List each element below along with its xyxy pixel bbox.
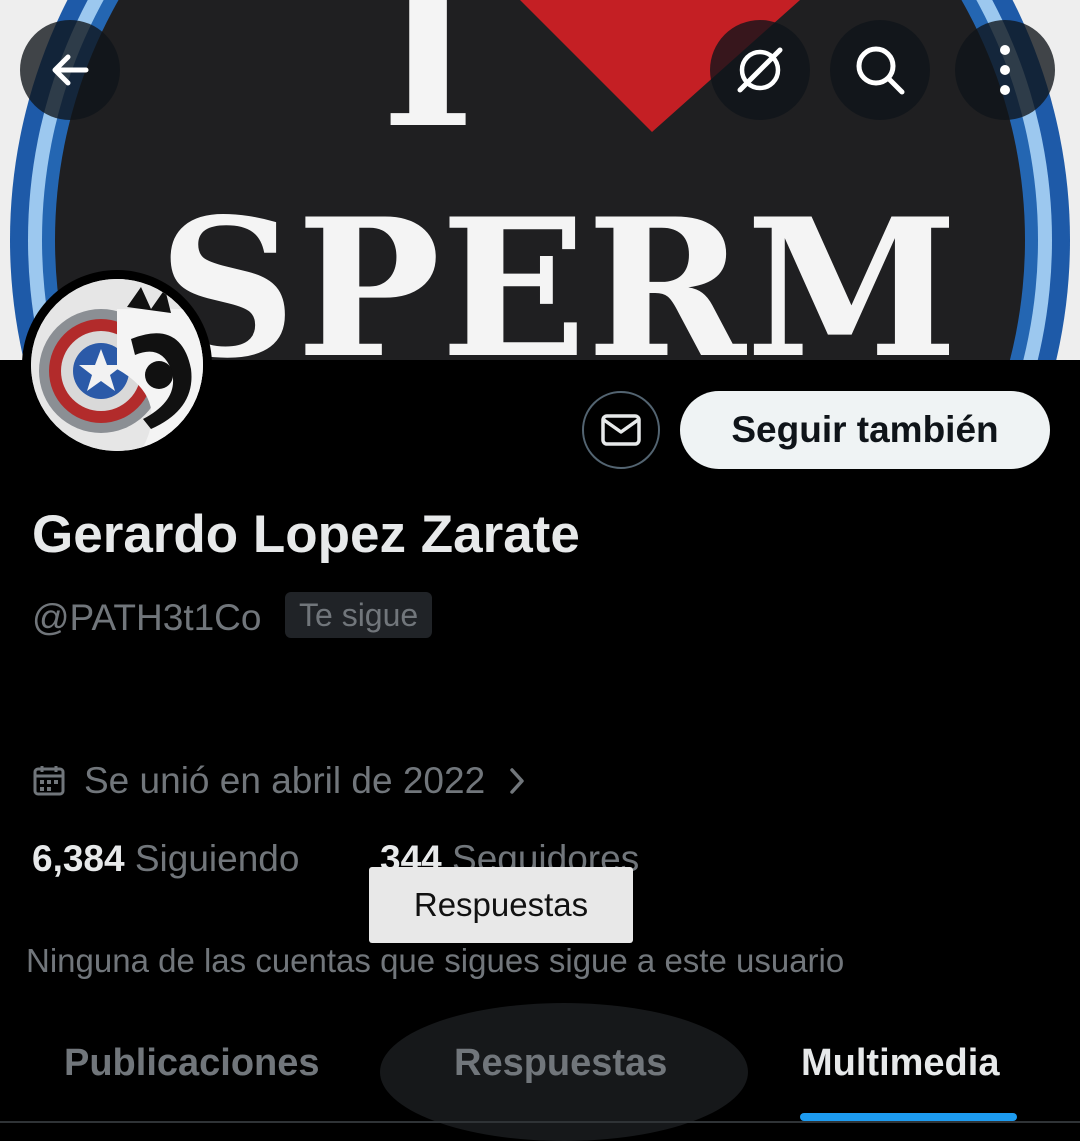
message-button[interactable] — [582, 391, 660, 469]
chevron-right-icon — [507, 765, 527, 797]
joined-date-text: Se unió en abril de 2022 — [84, 760, 486, 801]
tab-tooltip: Respuestas — [369, 867, 633, 943]
calendar-icon — [32, 764, 66, 798]
search-button[interactable] — [830, 20, 930, 120]
banner-text-i: I — [381, 0, 475, 173]
avatar-image — [31, 279, 203, 451]
tab-multimedia[interactable]: Multimedia — [801, 1042, 999, 1085]
more-vertical-icon — [1000, 45, 1010, 95]
active-tab-indicator — [800, 1113, 1017, 1121]
profile-name: Gerardo Lopez Zarate — [32, 505, 580, 564]
arrow-left-icon — [52, 54, 89, 86]
back-button[interactable] — [20, 20, 120, 120]
mutual-followers-note: Ninguna de las cuentas que sigues sigue … — [26, 942, 845, 979]
profile-handle: @PATH3t1Co — [32, 597, 262, 638]
tabs-divider — [0, 1121, 1080, 1123]
tab-respuestas[interactable]: Respuestas — [454, 1042, 667, 1085]
more-button[interactable] — [955, 20, 1055, 120]
mail-icon — [601, 414, 641, 446]
follows-you-badge: Te sigue — [285, 592, 433, 638]
avatar[interactable] — [22, 270, 212, 460]
search-icon — [856, 46, 905, 95]
following-stat[interactable]: 6,384 Siguiendo — [32, 838, 299, 880]
following-count: 6,384 — [32, 838, 125, 879]
follow-back-button[interactable]: Seguir también — [680, 391, 1050, 469]
banner-text-sperm: SPERM — [158, 177, 958, 360]
joined-date-row[interactable]: Se unió en abril de 2022 — [32, 756, 527, 806]
following-label: Siguiendo — [134, 838, 300, 879]
tab-publicaciones[interactable]: Publicaciones — [64, 1042, 320, 1085]
grok-icon — [737, 47, 783, 93]
grok-button[interactable] — [710, 20, 810, 120]
